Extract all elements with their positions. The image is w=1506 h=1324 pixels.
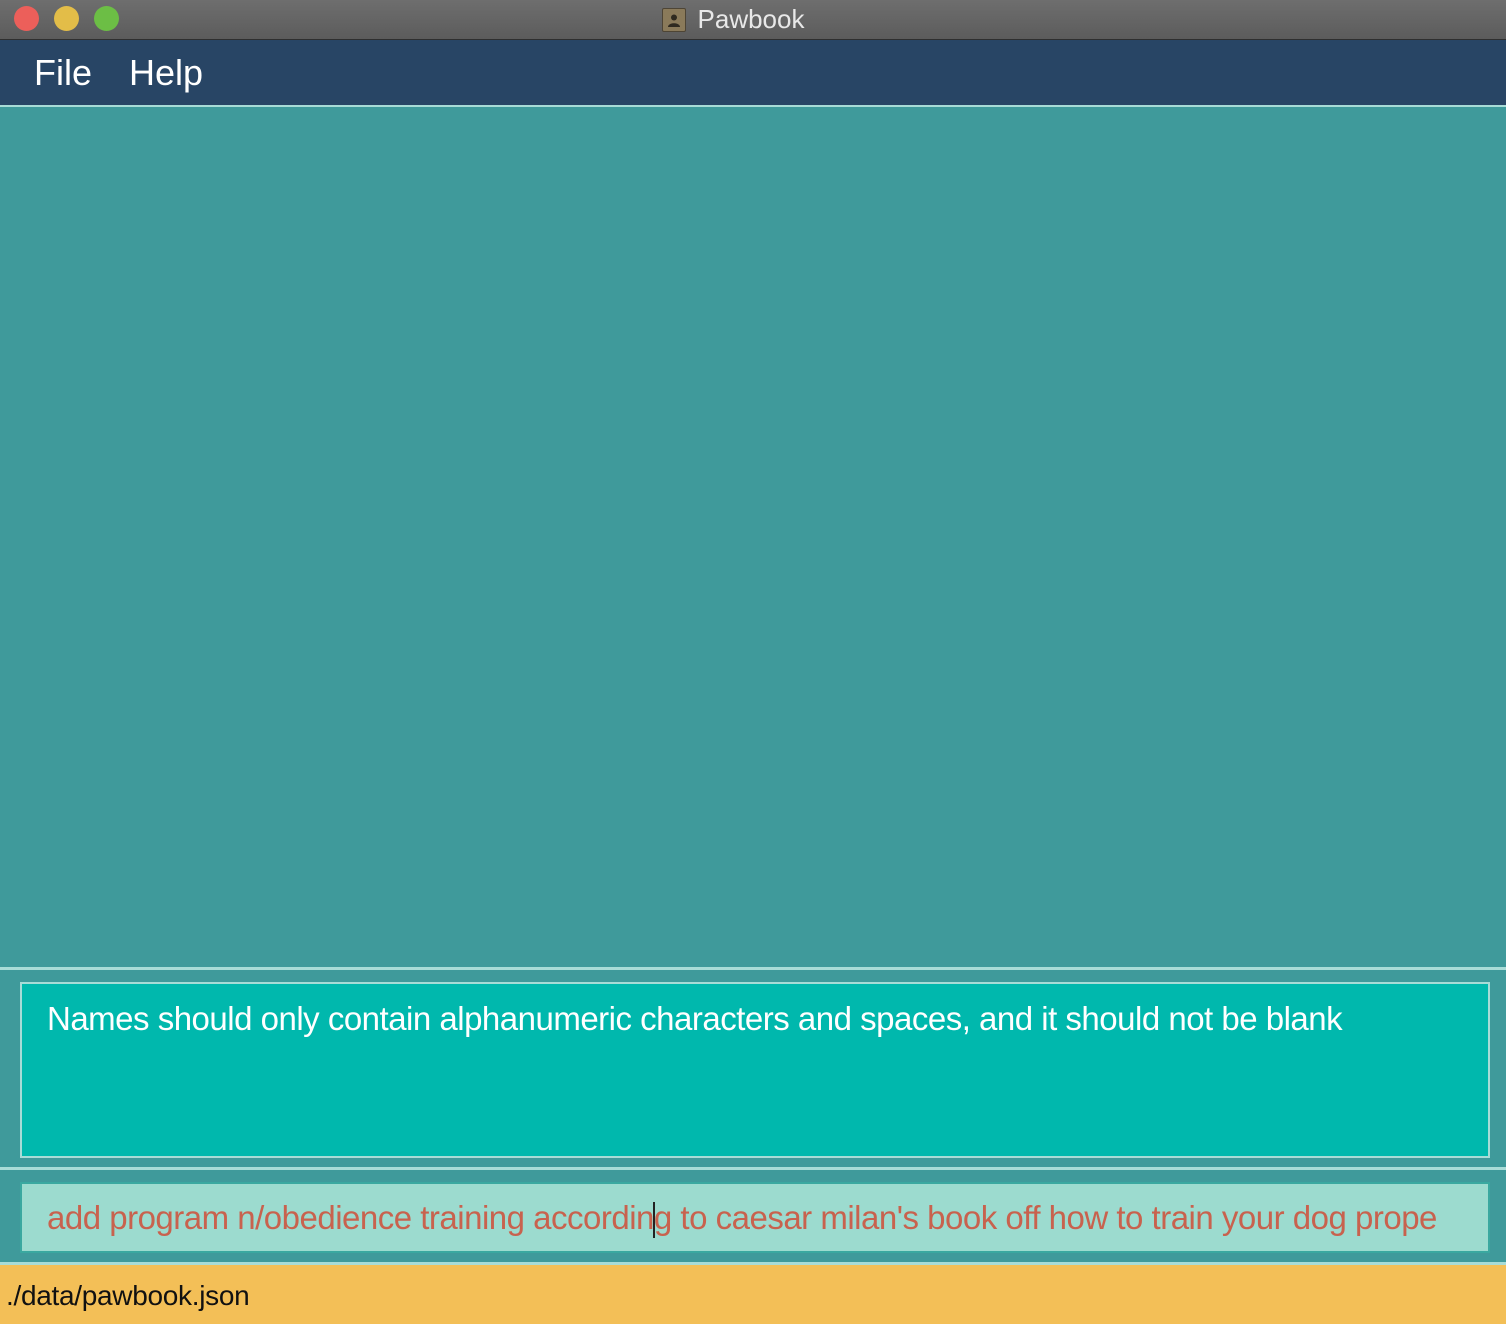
app-window: Pawbook File Help Names should only cont… — [0, 0, 1506, 1324]
result-message: Names should only contain alphanumeric c… — [47, 1000, 1343, 1037]
menu-help[interactable]: Help — [129, 40, 203, 105]
result-display: Names should only contain alphanumeric c… — [20, 982, 1490, 1158]
command-text-after-caret: g to caesar milan's book off how to trai… — [653, 1199, 1438, 1236]
save-file-path: ./data/pawbook.json — [6, 1280, 250, 1311]
status-bar: ./data/pawbook.json — [0, 1265, 1506, 1324]
list-panel — [0, 107, 1506, 967]
menu-bar: File Help — [0, 40, 1506, 107]
command-input-text[interactable]: add program n/obedience training accordi… — [47, 1184, 1437, 1251]
window-title-group: Pawbook — [0, 0, 1506, 39]
divider — [0, 967, 1506, 970]
window-title: Pawbook — [697, 4, 805, 34]
menu-file[interactable]: File — [34, 40, 92, 105]
divider — [0, 1167, 1506, 1170]
title-bar[interactable]: Pawbook — [0, 0, 1506, 40]
person-card-icon — [661, 7, 686, 32]
command-text-before-caret: add program n/obedience training accordi… — [47, 1199, 654, 1236]
command-input[interactable]: add program n/obedience training accordi… — [20, 1182, 1490, 1253]
